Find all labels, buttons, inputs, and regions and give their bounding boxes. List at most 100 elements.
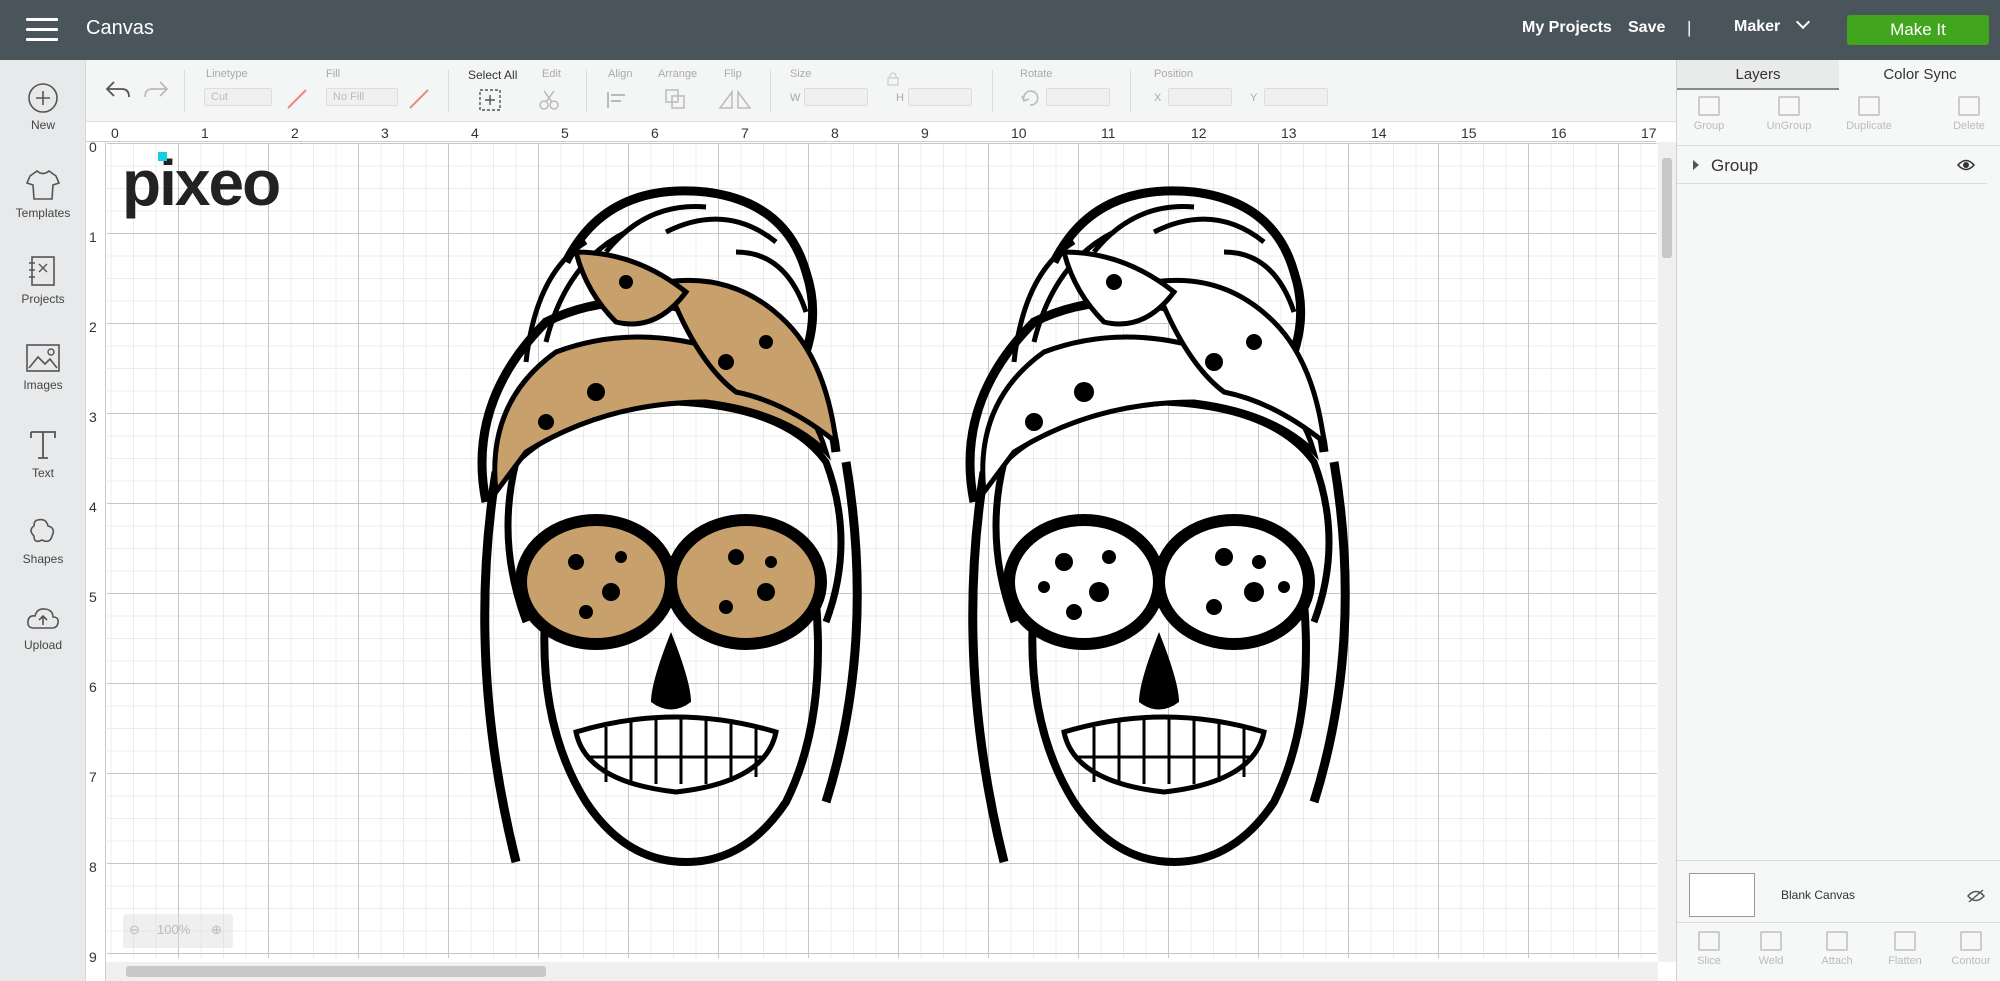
tab-color-sync[interactable]: Color Sync — [1839, 60, 2000, 90]
layer-actions: Group UnGroup Duplicate Delete — [1677, 90, 2000, 146]
arrange-label: Arrange — [658, 68, 698, 80]
sidebar-item-text[interactable]: Text — [0, 428, 86, 480]
ruler-x-label: 16 — [1551, 125, 1567, 141]
delete-button[interactable]: Delete — [1937, 96, 2000, 132]
redo-icon[interactable] — [142, 78, 170, 102]
sidebar-item-label: Projects — [21, 292, 65, 306]
select-all-label: Select All — [468, 68, 518, 82]
rotate-input[interactable] — [1046, 88, 1110, 106]
sidebar-item-upload[interactable]: Upload — [0, 604, 86, 652]
flatten-button[interactable]: Flatten — [1873, 931, 1937, 967]
height-input[interactable] — [908, 88, 972, 106]
ruler-top: 0 1 2 3 4 5 6 7 8 9 10 11 12 13 14 15 16… — [86, 122, 1657, 142]
expand-caret-icon[interactable] — [1693, 160, 1699, 170]
sidebar-item-label: Shapes — [22, 552, 64, 566]
slice-button[interactable]: Slice — [1677, 931, 1741, 967]
ruler-x-label: 11 — [1101, 125, 1116, 141]
ruler-y-label: 7 — [89, 769, 97, 785]
align-icon[interactable] — [606, 90, 636, 110]
toolbar-divider — [992, 70, 993, 112]
eye-off-icon[interactable] — [1967, 889, 1985, 903]
ruler-y-label: 6 — [89, 679, 97, 695]
select-all-icon[interactable] — [478, 88, 502, 112]
skull-design-mono[interactable] — [894, 162, 1434, 962]
cloud-upload-icon — [27, 608, 59, 629]
flip-icon[interactable] — [718, 88, 752, 112]
machine-select[interactable]: Maker — [1734, 14, 1811, 36]
zoom-out-icon[interactable]: ⊖ — [129, 922, 140, 938]
rotate-icon[interactable] — [1020, 88, 1040, 108]
scissors-icon[interactable] — [538, 88, 568, 112]
tshirt-icon — [25, 169, 61, 200]
sidebar-item-shapes[interactable]: Shapes — [0, 516, 86, 566]
slice-icon — [1698, 931, 1720, 951]
duplicate-button[interactable]: Duplicate — [1837, 96, 1901, 132]
ruler-y-label: 3 — [89, 409, 97, 425]
edit-toolbar: Linetype Cut Fill No Fill Select All Edi… — [86, 60, 1676, 122]
linetype-select[interactable]: Cut — [204, 88, 272, 106]
ruler-x-label: 3 — [381, 125, 389, 141]
top-bar: Canvas My Projects Save | Maker Make It — [0, 0, 2000, 60]
ruler-y-label: 8 — [89, 859, 97, 875]
sidebar-item-images[interactable]: Images — [0, 342, 86, 392]
panel-scrollbar[interactable] — [1987, 148, 2000, 860]
undo-icon[interactable] — [104, 78, 132, 102]
paperclip-icon — [1826, 931, 1848, 951]
ruler-y-label: 0 — [89, 139, 97, 155]
fill-select[interactable]: No Fill — [326, 88, 398, 106]
width-input[interactable] — [804, 88, 868, 106]
ruler-x-label: 2 — [291, 125, 299, 141]
design-canvas[interactable]: 0 1 2 3 4 5 6 7 8 9 10 11 12 13 14 15 16… — [86, 122, 1676, 981]
arrange-icon[interactable] — [664, 88, 694, 112]
sidebar-item-label: Upload — [23, 638, 63, 652]
contour-button[interactable]: Contour — [1939, 931, 2000, 967]
sidebar-item-projects[interactable]: Projects — [0, 254, 86, 306]
ruler-y-label: 1 — [89, 229, 97, 245]
vertical-scrollbar[interactable] — [1658, 142, 1676, 962]
ruler-x-label: 10 — [1011, 125, 1027, 141]
tab-layers[interactable]: Layers — [1677, 60, 1839, 90]
x-input[interactable] — [1168, 88, 1232, 106]
zoom-in-icon[interactable]: ⊕ — [211, 922, 222, 938]
skull-design-leopard[interactable] — [406, 162, 946, 962]
ruler-y-label: 2 — [89, 319, 97, 335]
toolbar-divider — [1130, 70, 1131, 112]
ruler-x-label: 5 — [561, 125, 569, 141]
make-it-button[interactable]: Make It — [1847, 15, 1989, 45]
sidebar-item-templates[interactable]: Templates — [0, 168, 86, 220]
weld-button[interactable]: Weld — [1739, 931, 1803, 967]
lock-icon[interactable] — [886, 72, 900, 86]
ungroup-button[interactable]: UnGroup — [1757, 96, 1821, 132]
canvas-color-swatch[interactable] — [1689, 873, 1755, 917]
eye-icon[interactable] — [1957, 158, 1975, 172]
attach-button[interactable]: Attach — [1805, 931, 1869, 967]
scroll-thumb[interactable] — [126, 966, 546, 977]
menu-icon[interactable] — [26, 18, 58, 42]
y-input[interactable] — [1264, 88, 1328, 106]
my-projects-link[interactable]: My Projects — [1522, 19, 1612, 37]
zoom-level: 100% — [157, 922, 191, 937]
layer-item-group[interactable]: Group — [1677, 148, 1987, 184]
ungroup-icon — [1778, 96, 1800, 116]
ruler-x-label: 9 — [921, 125, 929, 141]
panel-tabs: Layers Color Sync — [1677, 60, 2000, 90]
fill-label: Fill — [326, 68, 341, 80]
group-button[interactable]: Group — [1677, 96, 1741, 132]
horizontal-scrollbar[interactable] — [106, 962, 1658, 981]
save-link[interactable]: Save — [1628, 19, 1665, 37]
ruler-x-label: 12 — [1191, 125, 1207, 141]
fill-color-swatch-icon[interactable] — [408, 88, 430, 110]
chevron-down-icon — [1796, 14, 1811, 30]
separator: | — [1687, 18, 1692, 37]
line-color-swatch-icon[interactable] — [286, 88, 308, 110]
notebook-icon — [29, 256, 55, 286]
pixeo-logo: pixeo — [122, 147, 281, 219]
sidebar-item-new[interactable]: New — [0, 82, 86, 132]
machine-label: Maker — [1734, 18, 1781, 35]
sidebar-item-label: Text — [31, 466, 54, 480]
scroll-thumb[interactable] — [1662, 158, 1672, 258]
image-icon — [26, 344, 60, 372]
ruler-y-label: 4 — [89, 499, 97, 515]
ruler-x-label: 1 — [201, 125, 209, 141]
trash-icon — [1958, 96, 1980, 116]
